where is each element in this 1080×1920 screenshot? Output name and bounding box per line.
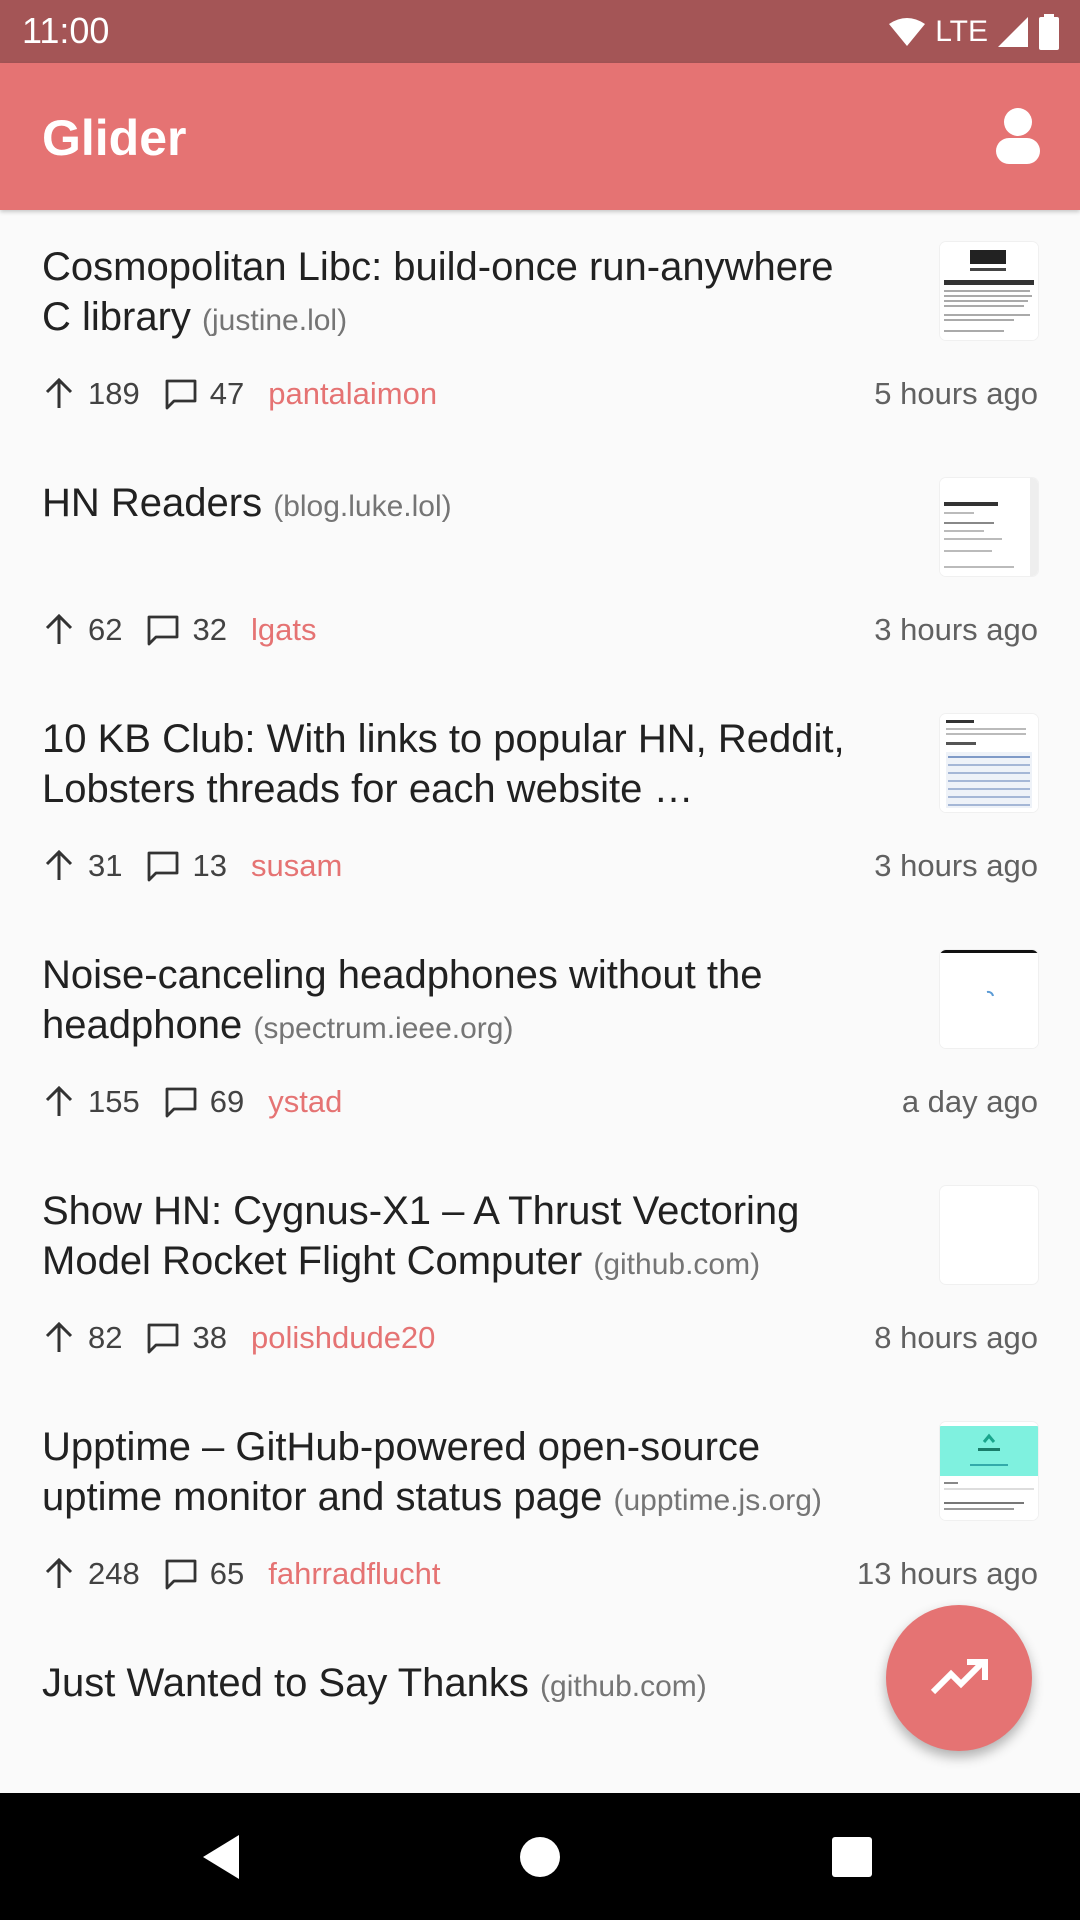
- story-title[interactable]: Just Wanted to Say Thanks (github.com): [42, 1658, 872, 1712]
- story-title[interactable]: Upptime – GitHub-powered open-source upt…: [42, 1422, 872, 1526]
- story-meta: 62 32 lgats 3 hours ago: [42, 610, 1038, 650]
- page-preview-image: [940, 714, 1038, 812]
- page-preview-image: [944, 250, 1034, 332]
- story-domain: (github.com): [593, 1248, 761, 1281]
- story-user[interactable]: lgats: [251, 612, 316, 648]
- story-time: 3 hours ago: [874, 848, 1038, 883]
- story-thumbnail[interactable]: [940, 478, 1038, 576]
- story-title[interactable]: HN Readers (blog.luke.lol): [42, 478, 872, 532]
- story-comments[interactable]: 32: [192, 612, 226, 648]
- story-time: 3 hours ago: [874, 612, 1038, 647]
- page-preview-image: [940, 1422, 1038, 1520]
- comment-icon: [148, 851, 179, 882]
- status-time: 11:00: [22, 10, 110, 51]
- story-comments[interactable]: 47: [210, 376, 244, 412]
- story-item[interactable]: Show HN: Cygnus-X1 – A Thrust Vectoring …: [0, 1154, 1080, 1390]
- story-score: 62: [88, 612, 123, 647]
- page-preview-image: [940, 478, 1038, 576]
- comment-icon: [165, 1559, 197, 1590]
- story-domain: (blog.luke.lol): [273, 490, 452, 523]
- story-item[interactable]: Noise-canceling headphones without the h…: [0, 918, 1080, 1154]
- arrow-up-icon: [45, 613, 73, 644]
- story-item[interactable]: HN Readers (blog.luke.lol) 62 32 lgats 3…: [0, 446, 1080, 682]
- story-domain: (upptime.js.org): [613, 1484, 822, 1517]
- story-domain: (github.com): [540, 1670, 707, 1703]
- account-icon[interactable]: [994, 108, 1042, 164]
- story-score: 189: [88, 376, 140, 411]
- comment-icon: [148, 615, 179, 646]
- story-score: 31: [88, 848, 123, 883]
- story-thumbnail[interactable]: [940, 1422, 1038, 1520]
- story-title[interactable]: Show HN: Cygnus-X1 – A Thrust Vectoring …: [42, 1186, 872, 1290]
- story-user[interactable]: fahrradflucht: [268, 1556, 440, 1592]
- story-thumbnail[interactable]: [940, 1186, 1038, 1284]
- trending-up-icon: [930, 1659, 988, 1695]
- story-user[interactable]: ystad: [268, 1084, 342, 1120]
- story-domain: (justine.lol): [202, 304, 348, 337]
- story-time: 13 hours ago: [857, 1556, 1038, 1591]
- story-item[interactable]: Upptime – GitHub-powered open-source upt…: [0, 1390, 1080, 1626]
- status-bar: 11:00 LTE: [0, 0, 1080, 63]
- story-thumbnail[interactable]: [940, 242, 1038, 340]
- app-title: Glider: [42, 110, 187, 166]
- story-title[interactable]: Noise-canceling headphones without the h…: [42, 950, 872, 1054]
- network-type: LTE: [935, 15, 988, 48]
- back-icon[interactable]: [199, 1829, 255, 1885]
- arrow-up-icon: [45, 377, 73, 408]
- story-comments[interactable]: 65: [210, 1556, 244, 1592]
- story-thumbnail[interactable]: [940, 714, 1038, 812]
- arrow-up-icon: [45, 1557, 73, 1588]
- system-nav-bar: [0, 1793, 1080, 1920]
- story-user[interactable]: pantalaimon: [268, 376, 437, 412]
- story-item[interactable]: Cosmopolitan Libc: build-once run-anywhe…: [0, 210, 1080, 446]
- story-user[interactable]: susam: [251, 848, 342, 884]
- arrow-up-icon: [45, 849, 73, 880]
- story-meta: 31 13 susam 3 hours ago: [42, 846, 1038, 886]
- story-meta: 155 69 ystad a day ago: [42, 1082, 1038, 1122]
- comment-icon: [165, 379, 197, 410]
- story-thumbnail[interactable]: [940, 950, 1038, 1048]
- story-user[interactable]: polishdude20: [251, 1320, 435, 1356]
- signal-icon: [998, 17, 1028, 47]
- story-comments[interactable]: 38: [192, 1320, 226, 1356]
- story-score: 82: [88, 1320, 123, 1355]
- page-preview-image: [940, 950, 1038, 1048]
- arrow-up-icon: [45, 1085, 73, 1116]
- story-comments[interactable]: 69: [210, 1084, 244, 1120]
- story-title[interactable]: 10 KB Club: With links to popular HN, Re…: [42, 714, 872, 814]
- story-score: 248: [88, 1556, 140, 1591]
- trending-fab[interactable]: [886, 1605, 1032, 1751]
- story-item[interactable]: 10 KB Club: With links to popular HN, Re…: [0, 682, 1080, 918]
- story-meta: 82 38 polishdude20 8 hours ago: [42, 1318, 1038, 1358]
- story-time: 5 hours ago: [874, 376, 1038, 411]
- story-score: 155: [88, 1084, 140, 1119]
- arrow-up-icon: [45, 1321, 73, 1352]
- story-title[interactable]: Cosmopolitan Libc: build-once run-anywhe…: [42, 242, 872, 346]
- wifi-icon: [889, 18, 926, 46]
- story-time: a day ago: [901, 1084, 1038, 1119]
- story-comments[interactable]: 13: [192, 848, 226, 884]
- comment-icon: [165, 1087, 197, 1118]
- system-icons: LTE: [887, 12, 1060, 52]
- story-meta: 248 65 fahrradflucht 13 hours ago: [42, 1554, 1038, 1594]
- recents-icon[interactable]: [824, 1829, 880, 1885]
- story-time: 8 hours ago: [874, 1320, 1038, 1355]
- app-bar: Glider: [0, 63, 1080, 210]
- battery-icon: [1039, 14, 1059, 50]
- home-icon[interactable]: [512, 1829, 568, 1885]
- comment-icon: [148, 1323, 179, 1354]
- story-list[interactable]: Cosmopolitan Libc: build-once run-anywhe…: [0, 210, 1080, 1793]
- story-domain: (spectrum.ieee.org): [253, 1012, 514, 1045]
- story-meta: 189 47 pantalaimon 5 hours ago: [42, 374, 1038, 414]
